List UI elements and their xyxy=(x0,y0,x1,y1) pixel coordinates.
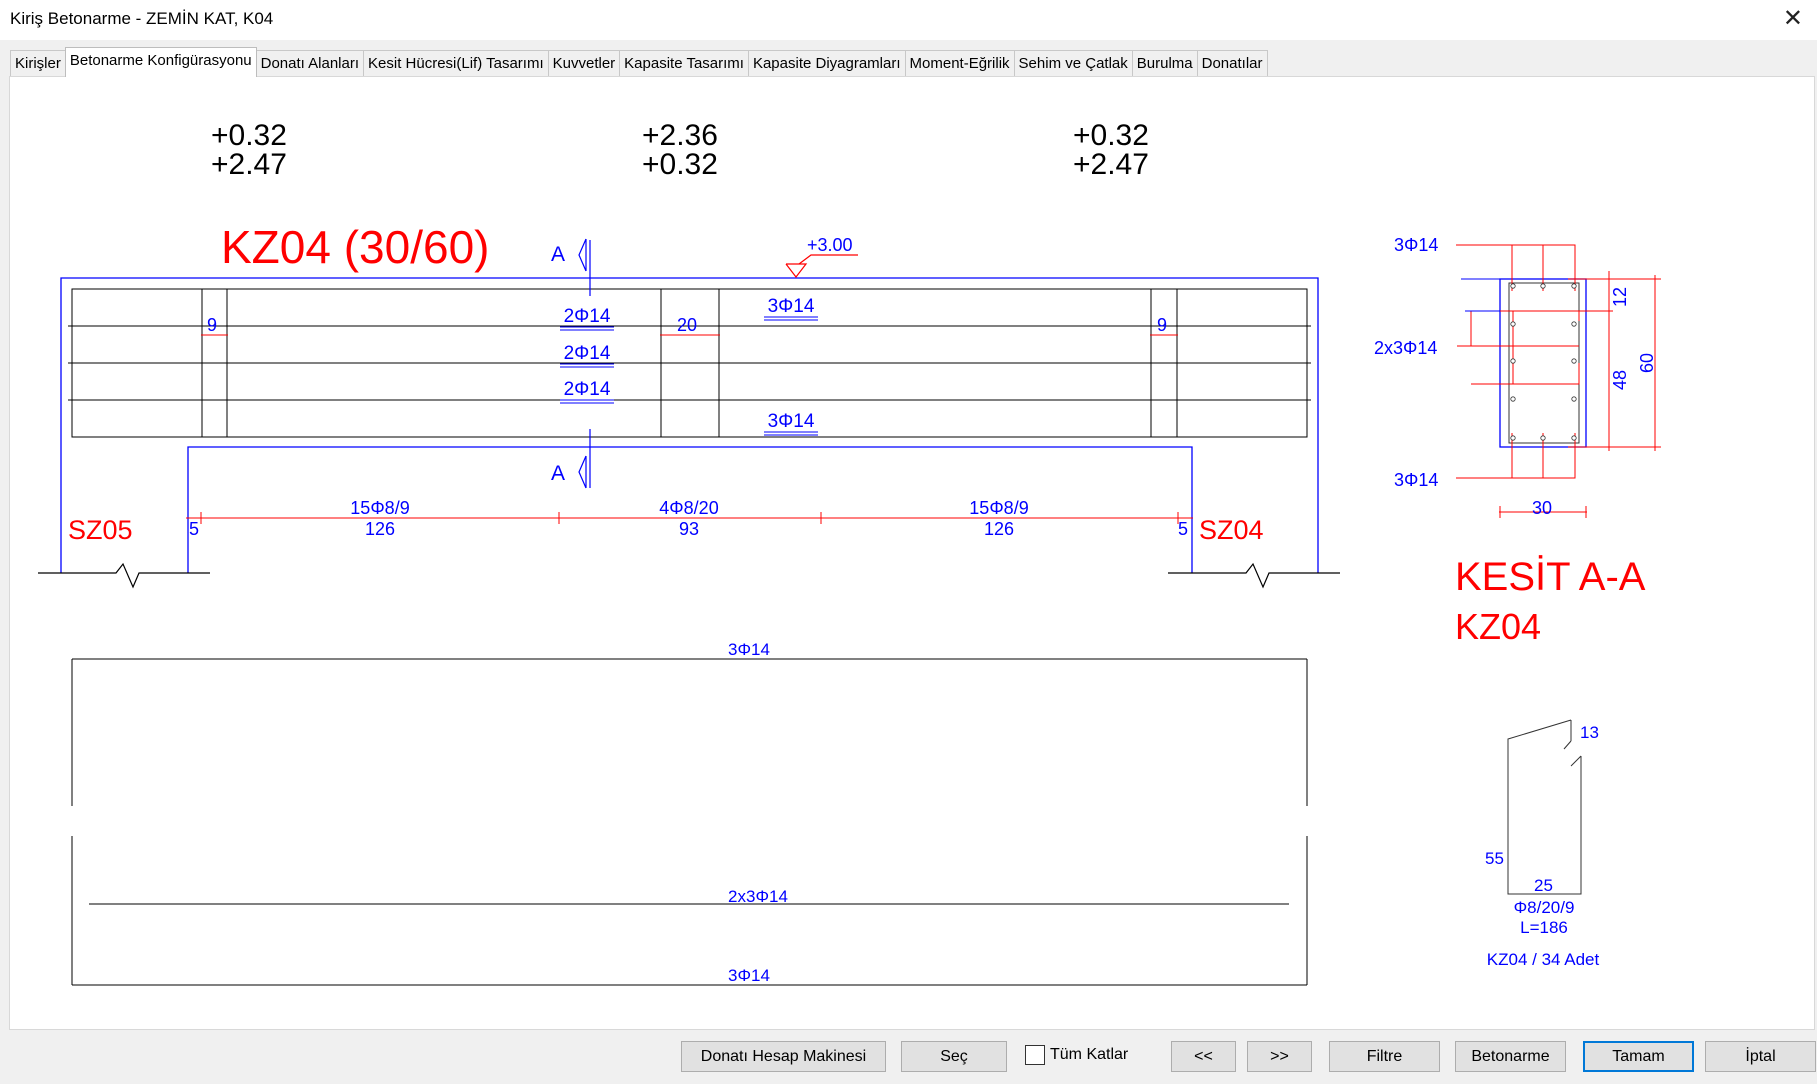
window-title: Kiriş Betonarme - ZEMİN KAT, K04 xyxy=(10,9,274,28)
filter-button[interactable]: Filtre xyxy=(1329,1041,1440,1072)
prev-button[interactable]: << xyxy=(1171,1041,1236,1072)
stirrup-detail-shape xyxy=(1507,719,1582,895)
beam-body xyxy=(68,288,1311,438)
tab-burulma[interactable]: Burulma xyxy=(1131,50,1198,76)
ratio-mid-bottom: +0.32 xyxy=(642,148,718,181)
tab-donatilar[interactable]: Donatılar xyxy=(1196,50,1268,76)
rebar-calculator-button[interactable]: Donatı Hesap Makinesi xyxy=(681,1041,886,1072)
stirrup-right-spec: 15Φ8/9 xyxy=(969,498,1028,518)
bar-bottom-label: 3Φ14 xyxy=(768,411,815,432)
beam-drawing: +0.32 +2.47 +2.36 +0.32 +0.32 +2.47 KZ04… xyxy=(38,119,1661,986)
bar-top-label: 3Φ14 xyxy=(768,296,815,317)
tab-kapasite-diyagramlari[interactable]: Kapasite Diyagramları xyxy=(747,50,906,76)
stirrup-left-length: 126 xyxy=(365,519,395,539)
ratio-right-bottom: +2.47 xyxy=(1073,148,1149,181)
all-floors-label: Tüm Katlar xyxy=(1050,1046,1129,1063)
stirrup-mid-spec: 4Φ8/20 xyxy=(659,498,718,518)
column-right-label: SZ04 xyxy=(1199,515,1264,545)
bar-web3-label: 2Φ14 xyxy=(564,379,611,400)
elevation-bottom-label: 3Φ14 xyxy=(728,966,770,985)
select-button[interactable]: Seç xyxy=(901,1041,1007,1072)
section-mark-top: A xyxy=(551,243,565,266)
close-icon[interactable]: ✕ xyxy=(1783,4,1803,34)
ok-button[interactable]: Tamam xyxy=(1583,1041,1694,1072)
section-title: KESİT A-A xyxy=(1455,554,1646,599)
section-dim-total: 60 xyxy=(1637,353,1657,373)
section-bottom-bars: 3Φ14 xyxy=(1394,470,1438,490)
elevation-mid-label: 2x3Φ14 xyxy=(728,887,788,906)
section-width-dim: 30 xyxy=(1532,498,1552,518)
all-floors-checkbox[interactable] xyxy=(1025,1045,1045,1065)
section-subtitle: KZ04 xyxy=(1455,606,1541,647)
stirrup-height-dim: 55 xyxy=(1485,849,1504,868)
stirrup-mid-length: 93 xyxy=(679,519,699,539)
stirrup-right-offset: 5 xyxy=(1178,519,1188,539)
tab-kirisler[interactable]: Kirişler xyxy=(10,50,66,76)
cross-section xyxy=(1456,244,1661,518)
section-web-bars: 2x3Φ14 xyxy=(1374,338,1437,358)
stirrup-left-offset: 5 xyxy=(189,519,199,539)
concrete-button[interactable]: Betonarme xyxy=(1455,1041,1566,1072)
dim-mid: 20 xyxy=(677,315,697,335)
level-label: +3.00 xyxy=(807,235,853,255)
section-mark-bottom: A xyxy=(551,462,565,485)
next-button[interactable]: >> xyxy=(1247,1041,1312,1072)
tab-donati-alanlari[interactable]: Donatı Alanları xyxy=(255,50,365,76)
ratio-left-bottom: +2.47 xyxy=(211,148,287,181)
elevation-top-label: 3Φ14 xyxy=(728,640,770,659)
dim-right-conf: 9 xyxy=(1157,315,1167,335)
stirrup-detail-count: KZ04 / 34 Adet xyxy=(1487,950,1600,969)
stirrup-left-spec: 15Φ8/9 xyxy=(350,498,409,518)
stirrup-detail-length: L=186 xyxy=(1520,918,1568,937)
stirrup-width-dim: 25 xyxy=(1534,876,1553,895)
tab-betonarme-konfigurasyonu[interactable]: Betonarme Konfigürasyonu xyxy=(64,47,257,77)
ground-lines xyxy=(38,562,1340,589)
tab-kapasite-tasarimi[interactable]: Kapasite Tasarımı xyxy=(619,50,749,76)
column-left-label: SZ05 xyxy=(68,515,133,545)
section-dim-web: 48 xyxy=(1610,370,1630,390)
beam-title: KZ04 (30/60) xyxy=(221,221,489,273)
tab-moment-egrilik[interactable]: Moment-Eğrilik xyxy=(904,50,1015,76)
bar-web2-label: 2Φ14 xyxy=(564,343,611,364)
title-bar: Kiriş Betonarme - ZEMİN KAT, K04 ✕ xyxy=(0,0,1817,40)
level-marker xyxy=(785,254,858,278)
drawing-canvas[interactable]: +0.32 +2.47 +2.36 +0.32 +0.32 +2.47 KZ04… xyxy=(9,76,1815,1030)
tab-strip: Kirişler Betonarme Konfigürasyonu Donatı… xyxy=(10,47,1268,77)
cancel-button[interactable]: İptal xyxy=(1705,1041,1816,1072)
section-dim-top: 12 xyxy=(1610,287,1630,307)
tab-sehim-ve-catlak[interactable]: Sehim ve Çatlak xyxy=(1013,50,1133,76)
dim-left-conf: 9 xyxy=(207,315,217,335)
bar-web1-label: 2Φ14 xyxy=(564,306,611,327)
section-top-bars: 3Φ14 xyxy=(1394,235,1438,255)
tab-kesit-hucresi[interactable]: Kesit Hücresi(Lif) Tasarımı xyxy=(363,50,549,76)
tab-kuvvetler[interactable]: Kuvvetler xyxy=(547,50,621,76)
elevation-view xyxy=(71,658,1308,986)
stirrup-detail-spec: Φ8/20/9 xyxy=(1514,898,1575,917)
stirrup-hook-dim: 13 xyxy=(1580,723,1599,742)
stirrup-right-length: 126 xyxy=(984,519,1014,539)
